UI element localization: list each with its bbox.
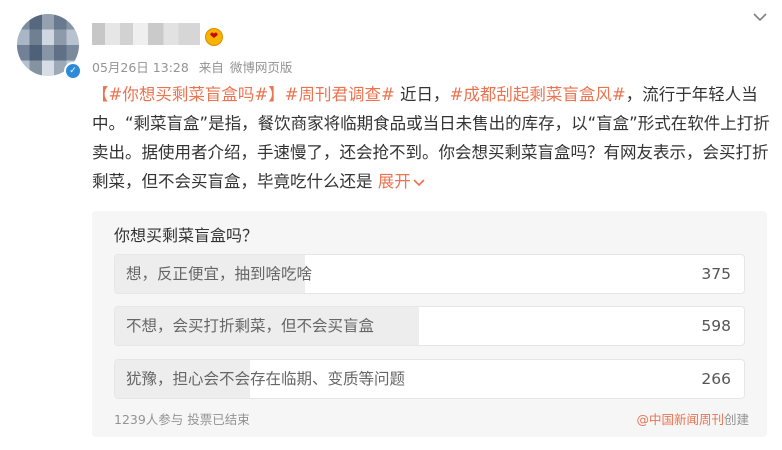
content-text: 近日， (394, 85, 450, 104)
poll-option-count: 598 (701, 317, 731, 335)
poll-option-count: 266 (701, 370, 731, 388)
topic-tag-link[interactable]: #你想买剩菜盲盒吗# (109, 85, 269, 104)
post-content: 【#你想买剩菜盲盒吗#】#周刊君调查# 近日，#成都刮起剩菜盲盒风#，流行于年轻… (92, 80, 770, 196)
expand-label: 展开 (377, 172, 411, 191)
creator-at-sign: @ (636, 412, 649, 427)
poll-option-label: 犹豫，担心会不会存在临期、变质等问题 (126, 370, 406, 388)
username[interactable] (92, 23, 200, 45)
poll-option-1: 想，反正便宜，抽到啥吃啥 375 (114, 254, 745, 294)
topic-tag-link[interactable]: #周刊君调查# (285, 85, 395, 104)
poll-status: 1239人参与 投票已结束 (114, 412, 250, 427)
poll-option-3: 犹豫，担心会不会存在临期、变质等问题 266 (114, 359, 745, 399)
bracket-open: 【 (92, 85, 109, 104)
poll-creator: @中国新闻周刊创建 (636, 409, 749, 428)
expand-link[interactable]: 展开 (378, 172, 425, 191)
weibo-post-card: ✓ ❤ 05月26日 13:28 来自 微博网页版 【#你想买剩菜盲盒吗#】#周刊… (0, 0, 782, 450)
bracket-close: 】 (268, 85, 285, 104)
post-time[interactable]: 05月26日 13:28 (92, 60, 189, 75)
vip-badge-icon[interactable]: ❤ (205, 28, 223, 46)
creator-link[interactable]: 中国新闻周刊 (649, 412, 724, 427)
poll-option-count: 375 (701, 265, 731, 283)
post-meta: 05月26日 13:28 来自 微博网页版 (92, 57, 298, 76)
post-source: 微博网页版 (229, 60, 293, 75)
poll-option-2: 不想，会买打折剩菜，但不会买盲盒 598 (114, 306, 745, 346)
chevron-down-icon (413, 178, 425, 186)
poll-option-label: 想，反正便宜，抽到啥吃啥 (126, 265, 313, 283)
verified-badge-icon: ✓ (64, 62, 82, 80)
poll-question: 你想买剩菜盲盒吗？ (114, 226, 259, 245)
poll-card: 你想买剩菜盲盒吗？ 想，反正便宜，抽到啥吃啥 375 不想，会买打折剩菜，但不会… (92, 211, 767, 437)
chevron-down-icon-svg (753, 13, 767, 22)
poll-option-label: 不想，会买打折剩菜，但不会买盲盒 (126, 317, 375, 335)
topic-tag-link[interactable]: #成都刮起剩菜盲盒风# (450, 85, 626, 104)
source-prefix: 来自 (198, 60, 224, 75)
creator-suffix: 创建 (723, 412, 749, 427)
chevron-down-icon[interactable] (752, 12, 768, 24)
